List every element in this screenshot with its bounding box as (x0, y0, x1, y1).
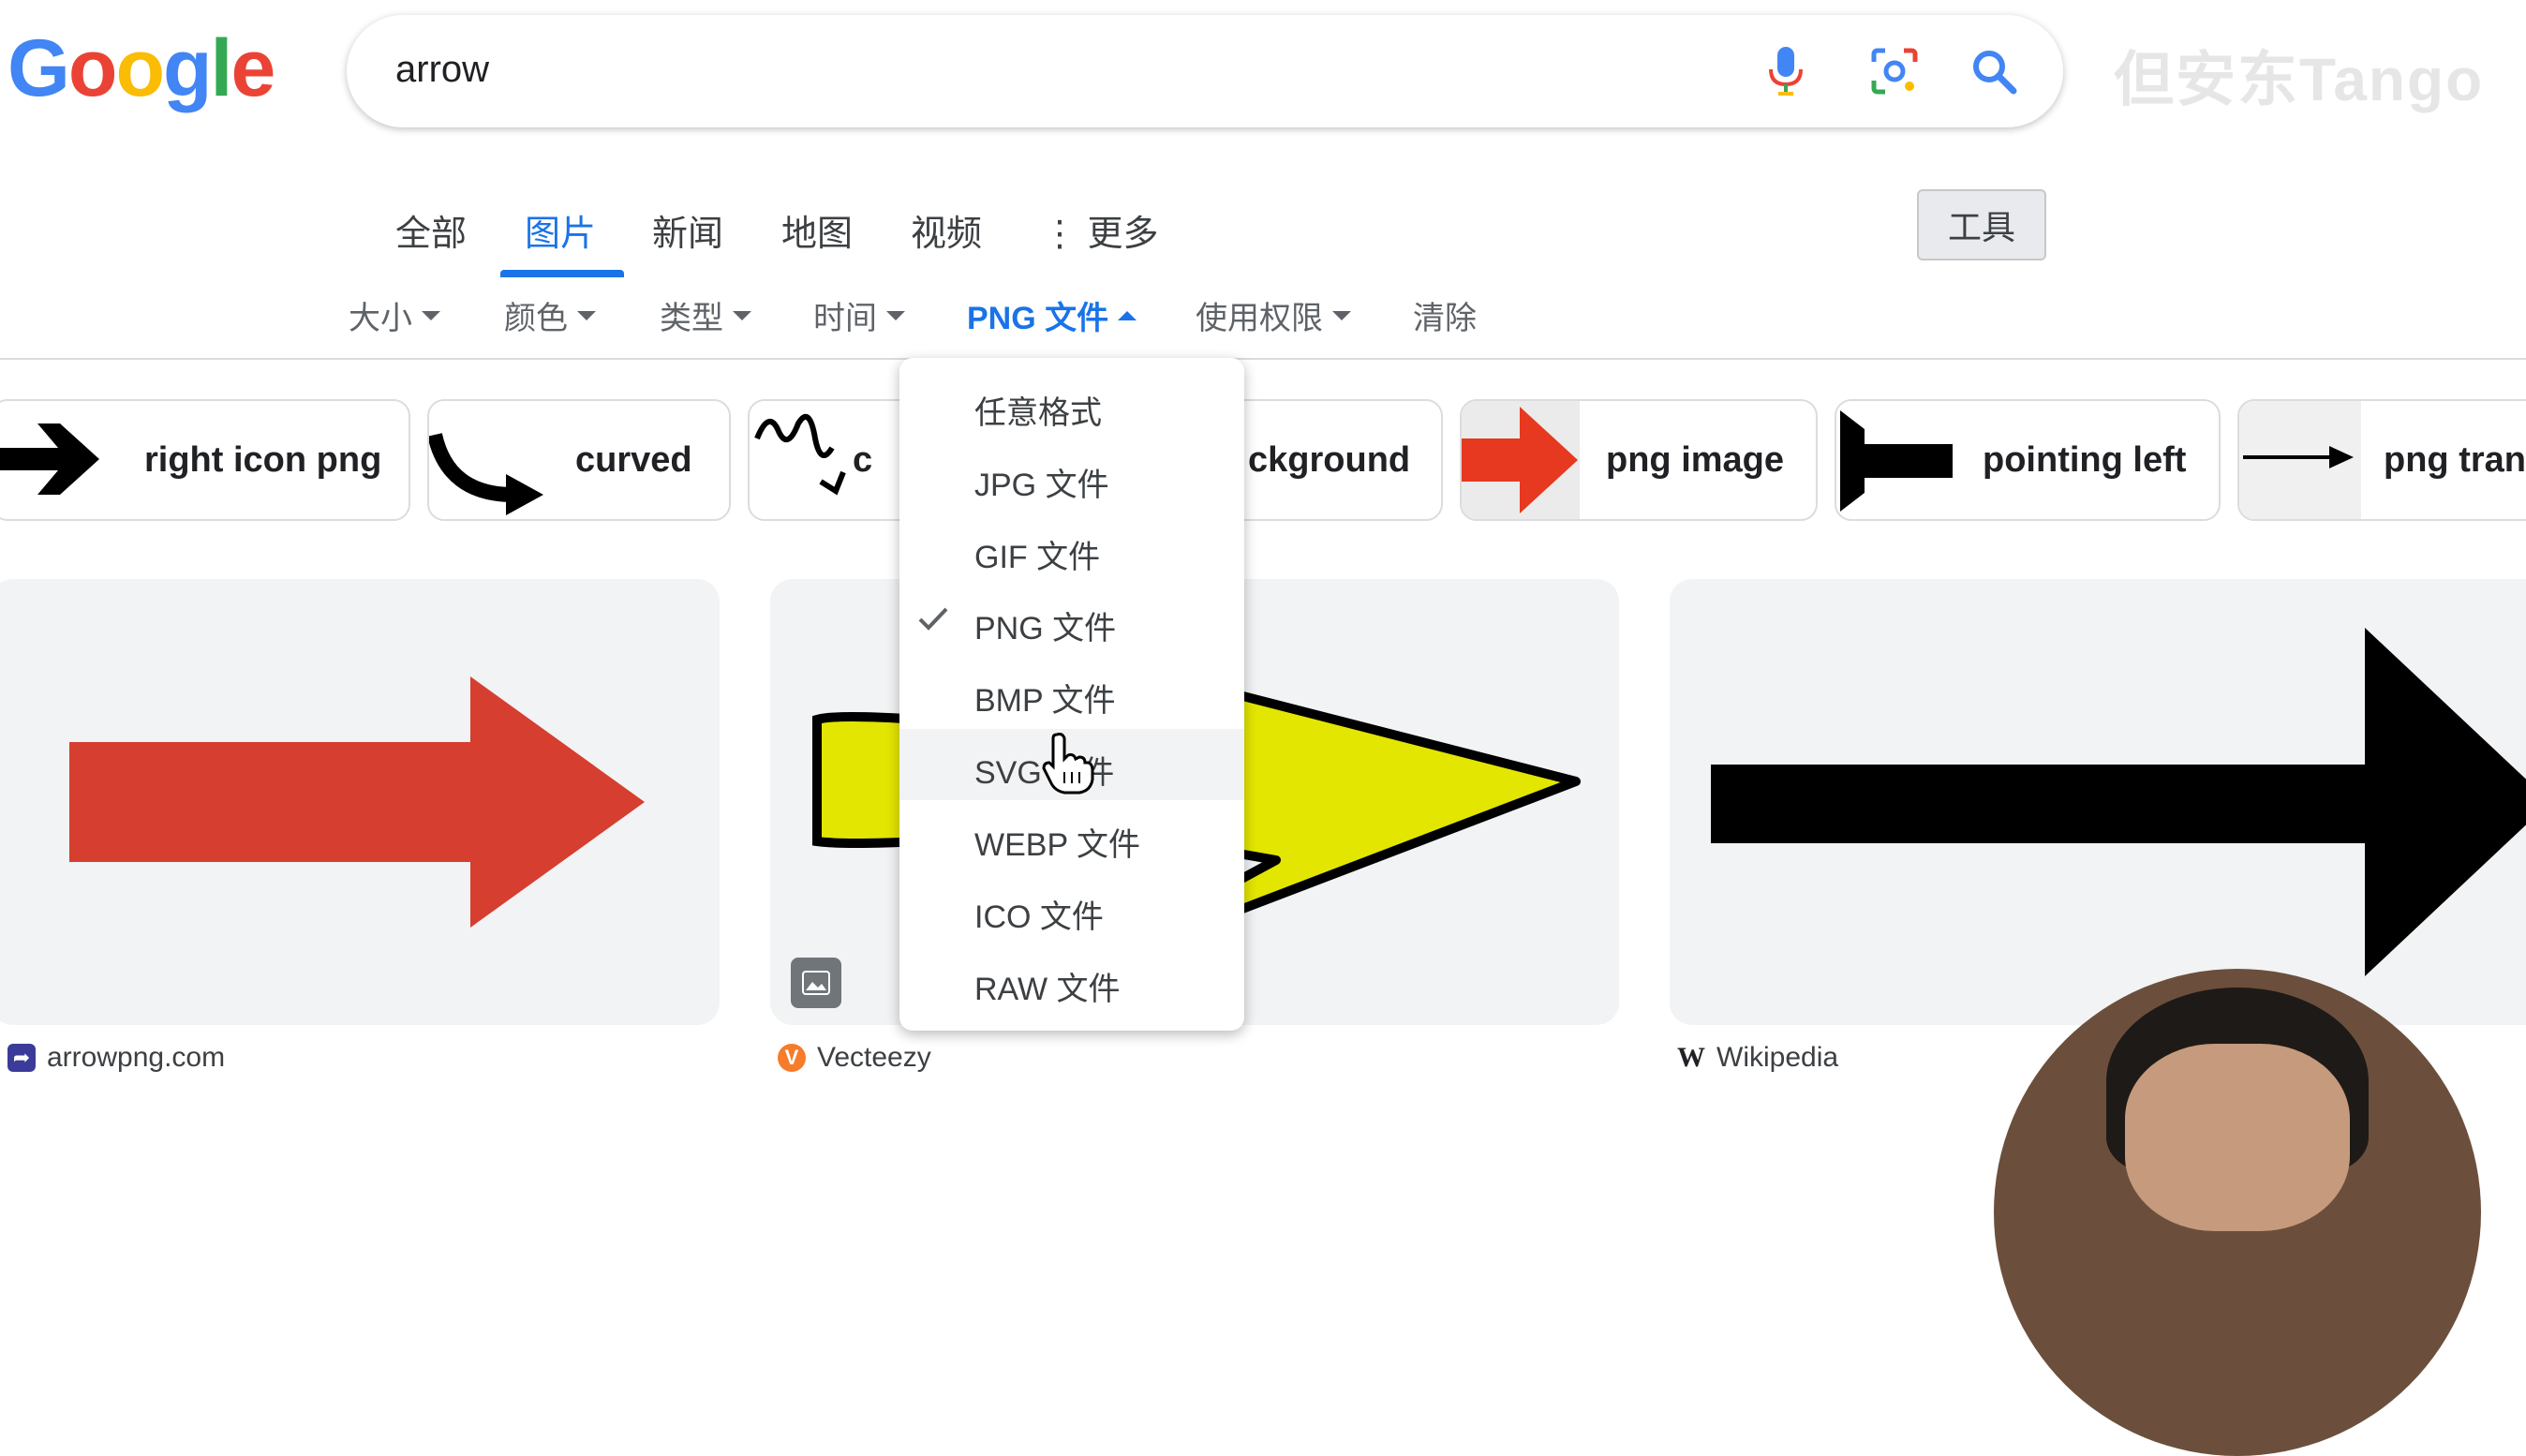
logo-letter: l (210, 23, 233, 113)
tab-videos[interactable]: 视频 (911, 204, 982, 256)
tab-more[interactable]: ⋮ 更多 (1042, 204, 1159, 256)
chevron-down-icon (577, 310, 596, 320)
menu-item-webp[interactable]: WEBP 文件 (899, 801, 1244, 872)
menu-item-label: ICO 文件 (974, 899, 1104, 935)
source-name: arrowpng.com (47, 1042, 226, 1073)
menu-item-gif[interactable]: GIF 文件 (899, 513, 1244, 585)
filter-clear[interactable]: 清除 (1413, 292, 1477, 338)
chip-label: c (853, 440, 873, 480)
curved-arrow-thumbnail (429, 433, 543, 515)
tab-news[interactable]: 新闻 (652, 204, 723, 256)
checkmark-icon (918, 607, 948, 631)
black-arrow-image (1711, 628, 2526, 976)
filter-label: 使用权限 (1196, 301, 1323, 336)
thin-arrow-thumbnail (2239, 401, 2361, 519)
filter-label: 类型 (660, 301, 723, 336)
tools-button[interactable]: 工具 (1917, 189, 2046, 260)
filter-size[interactable]: 大小 (349, 292, 440, 338)
source-name: Wikipedia (1716, 1042, 1839, 1073)
microphone-icon[interactable] (1756, 41, 1816, 101)
search-input[interactable]: arrow (395, 49, 489, 91)
wikipedia-icon: W (1677, 1042, 1705, 1073)
related-chip[interactable]: pointing left (1835, 399, 2221, 521)
menu-item-label: WEBP 文件 (974, 827, 1140, 863)
chip-label: right icon png (144, 440, 382, 480)
menu-item-raw[interactable]: RAW 文件 (899, 945, 1244, 1017)
filter-label: 大小 (349, 301, 412, 336)
image-result[interactable] (0, 579, 720, 1025)
chevron-down-icon (422, 310, 440, 320)
logo-letter: o (115, 23, 165, 113)
menu-item-label: RAW 文件 (974, 972, 1121, 1007)
chevron-down-icon (733, 310, 751, 320)
filter-label: 时间 (813, 301, 877, 336)
related-chip[interactable]: png trans (2237, 399, 2526, 521)
image-source[interactable]: V Vecteezy (778, 1042, 931, 1074)
image-icon (791, 958, 841, 1008)
filter-file-type[interactable]: PNG 文件 (967, 292, 1137, 338)
menu-item-label: JPG 文件 (974, 468, 1109, 503)
camera-lens-icon[interactable] (1865, 41, 1924, 101)
tab-maps[interactable]: 地图 (781, 204, 853, 256)
menu-item-label: GIF 文件 (974, 540, 1101, 575)
search-icon[interactable] (1964, 41, 2024, 101)
filter-label: 颜色 (504, 301, 568, 336)
logo-letter: e (230, 23, 275, 113)
filter-label: PNG 文件 (967, 301, 1109, 336)
site-favicon-icon: ➦ (7, 1044, 36, 1072)
google-logo[interactable]: Google (7, 23, 275, 113)
source-name: Vecteezy (817, 1042, 931, 1073)
image-source[interactable]: W Wikipedia (1677, 1042, 1838, 1074)
related-chip[interactable]: curved (427, 399, 731, 521)
filter-time[interactable]: 时间 (813, 292, 905, 338)
hand-cursor-icon (1042, 733, 1094, 795)
site-favicon-icon: V (778, 1044, 806, 1072)
menu-item-bmp[interactable]: BMP 文件 (899, 657, 1244, 728)
file-type-menu: 任意格式 JPG 文件 GIF 文件 PNG 文件 BMP 文件 SVG 文件 … (899, 358, 1244, 1031)
logo-letter: o (67, 23, 118, 113)
logo-letter: g (163, 23, 213, 113)
chip-label: pointing left (1983, 440, 2187, 480)
red-arrow-image (69, 676, 645, 928)
filter-label: 清除 (1413, 301, 1477, 336)
image-result[interactable] (1670, 579, 2526, 1025)
watermark: 但安东Tango (2114, 46, 2485, 113)
webcam-overlay (1994, 969, 2481, 1456)
filter-type[interactable]: 类型 (660, 292, 751, 338)
active-tab-indicator (500, 270, 624, 277)
chip-label: png image (1606, 440, 1785, 480)
menu-item-ico[interactable]: ICO 文件 (899, 873, 1244, 944)
chip-label: curved (575, 440, 692, 480)
chevron-down-icon (886, 310, 905, 320)
tab-images[interactable]: 图片 (525, 204, 596, 256)
left-arrow-thumbnail (1840, 410, 1953, 512)
menu-item-label: PNG 文件 (974, 611, 1117, 646)
chevron-down-icon (1332, 310, 1351, 320)
filter-color[interactable]: 颜色 (504, 292, 596, 338)
tab-all[interactable]: 全部 (395, 204, 467, 256)
arrow-thumbnail (0, 423, 99, 495)
menu-item-jpg[interactable]: JPG 文件 (899, 441, 1244, 513)
chevron-up-icon (1118, 310, 1137, 320)
logo-letter: G (7, 23, 70, 113)
filter-usage-rights[interactable]: 使用权限 (1196, 292, 1351, 338)
menu-item-label: 任意格式 (974, 395, 1102, 431)
header-divider (0, 358, 2526, 360)
chip-label: ckground (1248, 440, 1411, 480)
image-source[interactable]: ➦ arrowpng.com (7, 1042, 225, 1074)
related-chip[interactable]: right icon png (0, 399, 410, 521)
search-box[interactable]: arrow (347, 15, 2063, 127)
menu-item-any-format[interactable]: 任意格式 (899, 369, 1244, 440)
menu-item-label: BMP 文件 (974, 683, 1116, 719)
chip-label: png trans (2384, 440, 2526, 480)
menu-item-png[interactable]: PNG 文件 (899, 585, 1244, 656)
related-chip[interactable]: png image (1460, 399, 1818, 521)
red-arrow-thumbnail (1462, 401, 1580, 519)
